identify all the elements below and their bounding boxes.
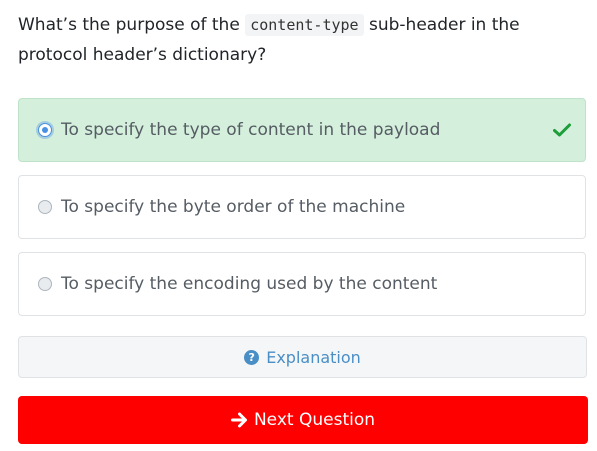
radio-unselected[interactable] (38, 200, 52, 214)
answer-option-label: To specify the type of content in the pa… (61, 120, 441, 140)
question-text: What’s the purpose of the content-type s… (18, 10, 590, 70)
next-question-button[interactable]: Next Question (18, 396, 588, 444)
question-circle-icon: ? (244, 349, 260, 365)
radio-selected[interactable] (38, 123, 52, 137)
explanation-label: Explanation (266, 347, 361, 367)
answer-option-3[interactable]: To specify the encoding used by the cont… (18, 252, 586, 316)
next-question-label: Next Question (253, 410, 376, 430)
answer-option-label: To specify the encoding used by the cont… (61, 274, 438, 294)
answer-option-2[interactable]: To specify the byte order of the machine (18, 175, 586, 239)
radio-unselected[interactable] (38, 277, 52, 291)
answer-option-label: To specify the byte order of the machine (61, 197, 406, 217)
answer-option-1[interactable]: To specify the type of content in the pa… (18, 98, 586, 162)
question-text-before: What’s the purpose of the (18, 15, 246, 35)
explanation-button[interactable]: ? Explanation (18, 336, 587, 378)
question-code: content-type (245, 14, 364, 36)
arrow-right-icon (230, 412, 247, 428)
checkmark-icon (553, 123, 571, 137)
